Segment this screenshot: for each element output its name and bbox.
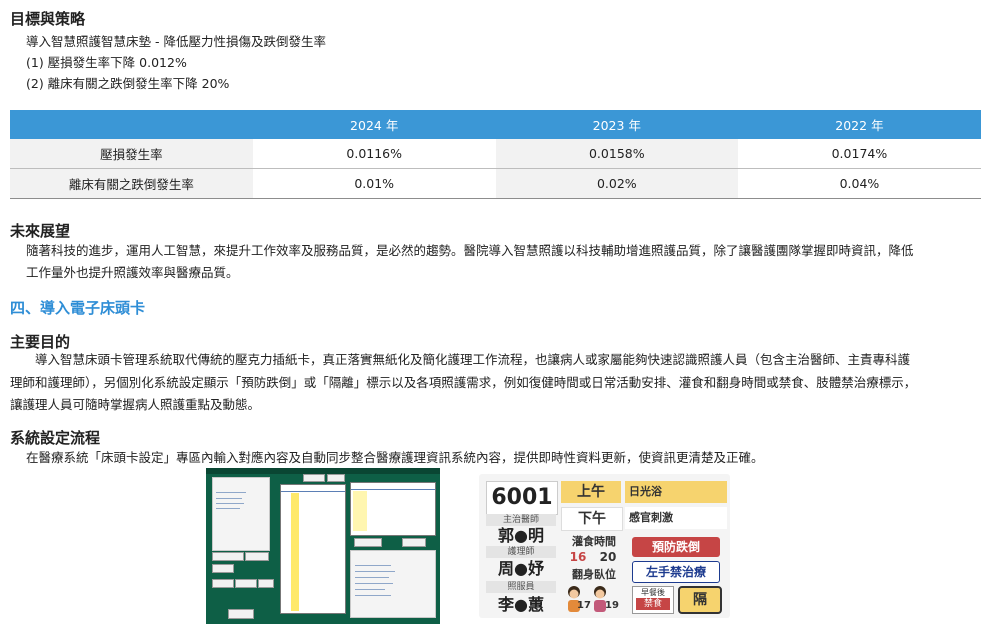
purpose-line-3: 讓護理人員可隨時掌握病人照護重點及動態。 [10,397,261,412]
panel-button[interactable] [212,579,234,588]
turn-time-2: 19 [605,600,619,611]
panel-button[interactable] [235,579,257,588]
bedside-card-photo: 6001 上午 日光浴 下午 感官刺激 主治醫師 郭●明 護理師 周●妤 照服員… [479,474,730,618]
fasting-tag-line-1: 早餐後 [641,588,665,597]
save-button[interactable] [228,609,254,619]
cell-value: 0.0158% [495,139,738,169]
table-header-2022: 2022 年 [737,110,981,139]
pm-activity: 感官刺激 [625,507,727,529]
isolation-tag: 隔 [678,586,722,614]
attending-label: 主治醫師 [486,514,556,526]
stats-table: 2024 年 2023 年 2022 年 壓損發生率 0.0116% 0.015… [10,110,981,199]
panel-button[interactable] [303,474,325,482]
table-header-row: 2024 年 2023 年 2022 年 [10,110,981,139]
row-label-fall: 離床有關之跌倒發生率 [10,168,253,199]
care-notes-panel [350,550,436,618]
fasting-tag: 早餐後 禁食 [632,586,674,614]
cell-value: 0.04% [737,168,981,199]
turn-time-1: 17 [577,600,591,611]
pm-label: 下午 [561,507,623,531]
fall-prevention-tag: 預防跌倒 [632,537,720,557]
row-label-pressure: 壓損發生率 [10,139,253,169]
cell-value: 0.01% [252,168,496,199]
panel-button[interactable] [212,564,234,573]
table-header-2024: 2024 年 [252,110,496,139]
goals-heading: 目標與策略 [10,10,86,28]
feeding-time-1: 16 [569,550,587,564]
panel-button[interactable] [354,538,382,547]
fasting-tag-line-2: 禁食 [636,598,670,610]
outlook-line-1: 隨著科技的進步，運用人工智慧，來提升工作效率及服務品質，是必然的趨勢。醫院導入智… [26,243,914,258]
bed-number: 6001 [486,481,558,515]
outlook-heading: 未來展望 [10,222,71,240]
caregiver-name: 李●蕙 [498,595,544,614]
care-items-table [350,482,436,536]
table-row: 壓損發生率 0.0116% 0.0158% 0.0174% [10,139,981,169]
restraint-tag: 左手禁治療 [632,561,720,583]
cell-value: 0.02% [495,168,738,199]
nurse-label: 護理師 [486,546,556,558]
system-settings-screenshot [206,468,440,624]
outlook-line-2: 工作量外也提升照護效率與醫療品質。 [26,265,239,280]
nurse-name: 周●妤 [498,559,544,578]
cell-value: 0.0174% [737,139,981,169]
panel-button[interactable] [212,552,244,561]
panel-button[interactable] [402,538,426,547]
turning-label: 翻身臥位 [572,568,616,581]
panel-button[interactable] [258,579,274,588]
purpose-line-2: 理師和護理師），另個別化系統設定顯示「預防跌倒」或「隔離」標示以及各項照護需求，… [10,375,917,390]
bed-list-panel [212,477,270,551]
goal-item-1: (1) 壓損發生率下降 0.012% [26,55,187,70]
purpose-line-1: 導入智慧床頭卡管理系統取代傳統的壓克力插紙卡，真正落實無紙化及簡化護理工作流程，… [35,352,911,367]
strategy-text: 導入智慧照護智慧床墊 - 降低壓力性損傷及跌倒發生率 [26,34,326,49]
panel-button[interactable] [245,552,269,561]
process-line-1: 在醫療系統「床頭卡設定」專區內輸入對應內容及自動同步整合醫療護理資訊系統內容，提… [26,450,764,465]
process-heading: 系統設定流程 [10,429,101,447]
table-header-2023: 2023 年 [495,110,738,139]
feeding-label: 灌食時間 [572,535,616,548]
cell-value: 0.0116% [252,139,496,169]
caregiver-label: 照服員 [486,581,556,593]
am-activity: 日光浴 [625,481,727,503]
feeding-time-2: 20 [599,550,617,564]
schedule-grid [280,484,346,614]
table-row: 離床有關之跌倒發生率 0.01% 0.02% 0.04% [10,168,981,199]
table-header-blank [10,110,253,139]
attending-name: 郭●明 [498,526,544,545]
am-label: 上午 [561,481,621,503]
panel-button[interactable] [327,474,345,482]
goal-item-2: (2) 離床有關之跌倒發生率下降 20% [26,76,230,91]
section-title: 四、導入電子床頭卡 [10,299,146,317]
